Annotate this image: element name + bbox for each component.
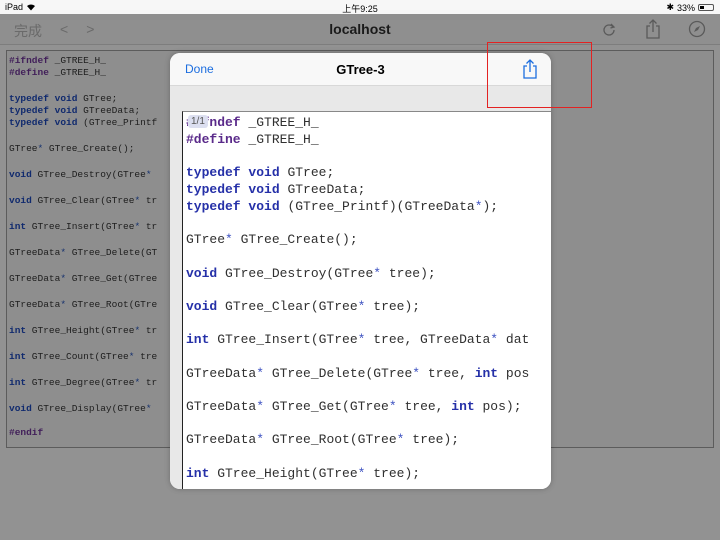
code-line: GTreeData* GTree_Get(GTree* tree, int po… — [186, 399, 522, 414]
code-line: typedef void GTree; — [186, 165, 335, 180]
code-line: int GTree_Count(GTree* tre — [9, 351, 158, 362]
code-line: int GTree_Insert(GTree* tr — [9, 221, 158, 232]
code-line: GTree* GTree_Create(); — [9, 143, 135, 154]
status-right: ✱ 33% — [666, 2, 714, 13]
code-line: void GTree_Destroy(GTree* tree); — [186, 266, 436, 281]
bluetooth-icon: ✱ — [666, 2, 674, 12]
code-line: int GTree_Height(GTree* tree); — [186, 466, 421, 481]
code-line: typedef void (GTree_Printf)(GTreeData*); — [186, 199, 499, 214]
code-line: GTreeData* GTree_Delete(GTree* tree, int… — [186, 366, 530, 381]
page-indicator: 1/1 — [188, 115, 208, 128]
document-page[interactable]: #ifndef _GTREE_H_ #define _GTREE_H_ typede… — [182, 111, 551, 489]
battery-percent: 33% — [676, 2, 695, 13]
code-line: GTree* GTree_Create(); — [186, 232, 358, 247]
browser-nav-bar: 完成 < > localhost — [0, 14, 720, 45]
compass-icon[interactable] — [686, 18, 708, 40]
code-line: #endif — [9, 427, 44, 438]
code-line: GTreeData* GTree_Root(GTre — [9, 299, 158, 310]
code-line: void GTree_Clear(GTree* tr — [9, 195, 158, 206]
code-line: int GTree_Insert(GTree* tree, GTreeData*… — [186, 332, 530, 347]
document-preview-modal: Done GTree-3 #ifndef _GTREE_H_ #define _G… — [170, 53, 551, 489]
code-line: GTreeData* GTree_Delete(GT — [9, 247, 158, 258]
code-line: #ifndef _GTREE_H_ — [9, 55, 106, 66]
reload-icon[interactable] — [598, 18, 620, 40]
code-line: typedef void GTreeData; — [186, 182, 366, 197]
code-line: GTreeData* GTree_Get(GTree — [9, 273, 158, 284]
code-line: typedef void GTree; — [9, 93, 118, 104]
code-line: void GTree_Display(GTree* — [9, 403, 152, 414]
code-line: GTreeData* GTree_Root(GTree* tree); — [186, 432, 460, 447]
modal-body: #ifndef _GTREE_H_ #define _GTREE_H_ typede… — [170, 86, 551, 489]
code-line: typedef void GTreeData; — [9, 105, 141, 116]
share-icon[interactable] — [642, 18, 664, 40]
nav-right — [598, 18, 708, 40]
code-line: int GTree_Degree(GTree* tr — [9, 377, 158, 388]
battery-fill — [700, 6, 704, 9]
code-line: #define _GTREE_H_ — [9, 67, 106, 78]
battery-icon — [698, 4, 714, 11]
highlight-box — [487, 42, 592, 108]
code-line: void GTree_Clear(GTree* tree); — [186, 299, 421, 314]
code-line: typedef void (GTree_Printf — [9, 117, 158, 128]
code-line: void GTree_Destroy(GTree* — [9, 169, 152, 180]
status-bar: iPad 上午9:25 ✱ 33% — [0, 0, 720, 14]
code-line: #define _GTREE_H_ — [186, 132, 319, 147]
code-line: int GTree_Height(GTree* tr — [9, 325, 158, 336]
